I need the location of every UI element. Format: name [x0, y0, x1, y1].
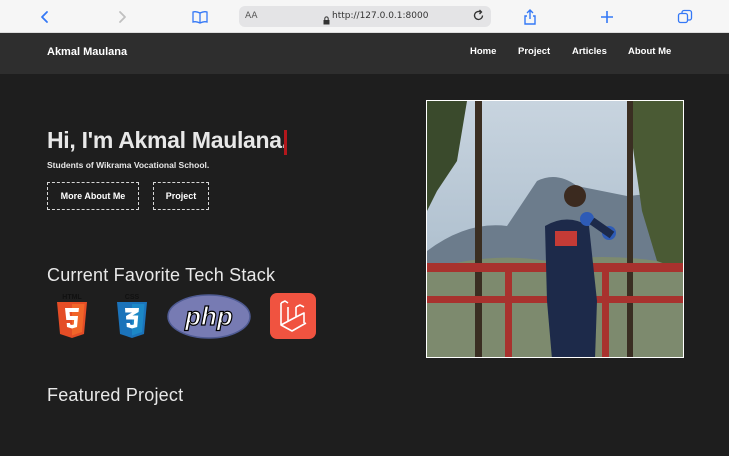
svg-text:CSS: CSS	[125, 294, 140, 301]
browser-toolbar: AA http://127.0.0.1:8000	[0, 0, 729, 33]
new-tab-icon[interactable]	[597, 7, 617, 27]
hero-title: Hi, I'm Akmal Maulana.	[47, 127, 288, 153]
lock-icon	[323, 12, 330, 30]
url-text: http://127.0.0.1:8000	[332, 11, 429, 21]
svg-text:HTML: HTML	[62, 294, 82, 301]
forward-icon[interactable]	[112, 7, 132, 27]
typing-caret	[284, 130, 287, 155]
nav-project[interactable]: Project	[518, 46, 550, 57]
share-icon[interactable]	[520, 7, 540, 27]
php-logo: php	[167, 294, 251, 344]
nav-articles[interactable]: Articles	[572, 46, 607, 57]
address-bar[interactable]: AA http://127.0.0.1:8000	[239, 6, 491, 27]
featured-project-title: Featured Project	[47, 385, 184, 405]
text-size-button[interactable]: AA	[245, 11, 258, 21]
project-button[interactable]: Project	[153, 182, 209, 210]
hero-subtitle: Students of Wikrama Vocational School.	[47, 160, 210, 170]
nav-home[interactable]: Home	[470, 46, 496, 57]
laravel-logo	[270, 293, 316, 344]
bookmarks-icon[interactable]	[190, 7, 210, 27]
tech-stack-title: Current Favorite Tech Stack	[47, 265, 276, 285]
more-about-me-button[interactable]: More About Me	[47, 182, 139, 210]
profile-photo	[426, 100, 684, 358]
back-icon[interactable]	[35, 7, 55, 27]
svg-text:php: php	[184, 301, 233, 331]
html5-logo: HTML	[55, 292, 89, 345]
site-brand[interactable]: Akmal Maulana	[47, 46, 127, 58]
css3-logo: CSS	[115, 292, 149, 345]
tabs-overview-icon[interactable]	[675, 7, 695, 27]
nav-about-me[interactable]: About Me	[628, 46, 671, 57]
site-navbar: Akmal Maulana Home Project Articles Abou…	[0, 33, 729, 74]
reload-icon[interactable]	[472, 9, 485, 27]
